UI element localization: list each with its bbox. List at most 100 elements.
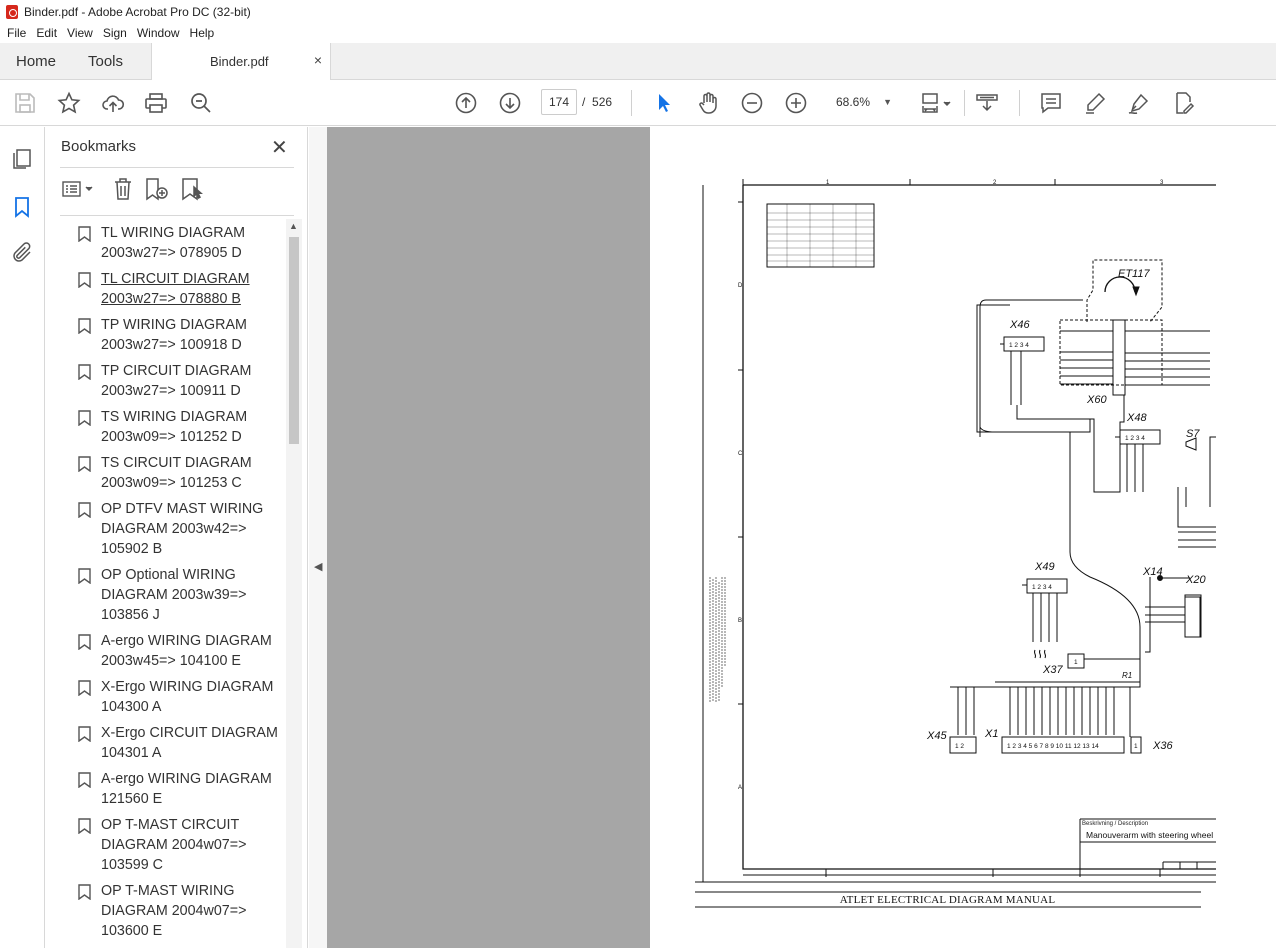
description-label: Beskrivning / Description bbox=[1082, 821, 1149, 827]
select-cursor-icon[interactable] bbox=[652, 91, 676, 115]
label-x46: X46 bbox=[1009, 319, 1030, 331]
bookmarks-panel-title: Bookmarks bbox=[61, 138, 137, 155]
zoom-level-select[interactable]: 68.6% ▼ bbox=[828, 89, 898, 115]
bookmark-label: TL CIRCUIT DIAGRAM 2003w27=> 078880 B bbox=[101, 271, 250, 307]
scroll-up-icon[interactable]: ▲ bbox=[289, 221, 298, 231]
chevron-down-icon: ▼ bbox=[883, 97, 892, 107]
toolbar-divider bbox=[1019, 90, 1020, 116]
bookmark-icon bbox=[78, 502, 91, 518]
bookmark-label: OP T-MAST WIRING DIAGRAM 2004w07=> 103600 … bbox=[101, 883, 247, 939]
svg-text:1 2 3 4: 1 2 3 4 bbox=[1032, 584, 1052, 591]
menu-file[interactable]: File bbox=[2, 26, 31, 40]
bookmark-item[interactable]: OP T-MAST WIRING DIAGRAM 2004w07=> 103600 … bbox=[60, 881, 285, 947]
bookmark-label: TP CIRCUIT DIAGRAM 2003w27=> 100911 D bbox=[101, 363, 252, 399]
bookmarks-scrollbar[interactable]: ▲ bbox=[286, 219, 302, 948]
star-icon[interactable] bbox=[57, 91, 81, 115]
label-x60: X60 bbox=[1086, 394, 1107, 406]
label-x20: X20 bbox=[1185, 574, 1206, 586]
label-et117: ET117 bbox=[1118, 268, 1150, 280]
manual-footer-title: ATLET ELECTRICAL DIAGRAM MANUAL bbox=[839, 894, 1056, 906]
acrobat-pdf-icon bbox=[6, 4, 18, 19]
bookmark-label: OP T-MAST CIRCUIT DIAGRAM 2004w07=> 103599… bbox=[101, 817, 247, 873]
page-total-count: 526 bbox=[592, 95, 613, 109]
bookmark-item[interactable]: TS CIRCUIT DIAGRAM 2003w09=> 101253 C bbox=[60, 453, 285, 499]
label-x49: X49 bbox=[1034, 561, 1055, 573]
close-icon[interactable]: ✕ bbox=[271, 135, 288, 160]
highlight-pen-icon[interactable] bbox=[1083, 91, 1107, 115]
bookmark-label: OP DTFV MAST WIRING DIAGRAM 2003w42=> 1059… bbox=[101, 501, 264, 557]
label-s7: S7 bbox=[1186, 428, 1200, 440]
tab-home[interactable]: Home bbox=[16, 53, 56, 70]
bookmark-from-selection-icon[interactable] bbox=[180, 177, 206, 201]
window-title: Binder.pdf - Adobe Acrobat Pro DC (32-bi… bbox=[24, 4, 251, 19]
menu-help[interactable]: Help bbox=[185, 26, 220, 40]
zoom-out-icon[interactable] bbox=[740, 91, 764, 115]
bookmark-label: A-ergo WIRING DIAGRAM 121560 E bbox=[101, 771, 272, 807]
bookmark-item[interactable]: X-Ergo WIRING DIAGRAM 104300 A bbox=[60, 677, 285, 723]
bookmark-item[interactable]: X-Ergo CIRCUIT DIAGRAM 104301 A bbox=[60, 723, 285, 769]
bookmark-label: TP WIRING DIAGRAM 2003w27=> 100918 D bbox=[101, 317, 247, 353]
bookmark-item[interactable]: OP T-MAST CIRCUIT DIAGRAM 2004w07=> 103599… bbox=[60, 815, 285, 881]
tab-close-icon[interactable]: × bbox=[314, 52, 322, 68]
bookmark-item[interactable]: TP CIRCUIT DIAGRAM 2003w27=> 100911 D bbox=[60, 361, 285, 407]
zoom-in-icon[interactable] bbox=[784, 91, 808, 115]
scrollbar-thumb[interactable] bbox=[289, 237, 299, 444]
bookmark-item[interactable]: OP Optional WIRING DIAGRAM 2003w39=> 10385… bbox=[60, 565, 285, 631]
bookmark-options-icon[interactable] bbox=[62, 179, 96, 199]
cloud-upload-icon[interactable] bbox=[101, 91, 125, 115]
bookmark-label: OP Optional WIRING DIAGRAM 2003w39=> 10385… bbox=[101, 567, 247, 623]
panel-splitter[interactable]: ◀ bbox=[309, 127, 327, 948]
tab-document[interactable]: Binder.pdf × bbox=[151, 43, 331, 80]
bookmark-item[interactable]: A-ergo WIRING DIAGRAM 121560 E bbox=[60, 769, 285, 815]
window-titlebar: Binder.pdf - Adobe Acrobat Pro DC (32-bi… bbox=[0, 0, 1276, 23]
pdf-page[interactable]: 123 DCBA ET117 X46 X60 X48 S7 X49 X14 X2… bbox=[650, 127, 1276, 948]
bookmark-icon bbox=[78, 272, 91, 288]
save-icon[interactable] bbox=[13, 91, 37, 115]
next-page-icon[interactable] bbox=[498, 91, 522, 115]
bookmarks-icon[interactable] bbox=[10, 195, 34, 219]
panel-divider bbox=[60, 167, 294, 168]
label-x37: X37 bbox=[1042, 664, 1063, 676]
new-bookmark-icon[interactable] bbox=[144, 177, 170, 201]
bookmark-item[interactable]: A-ergo WIRING DIAGRAM 2003w45=> 104100 E bbox=[60, 631, 285, 677]
bookmark-label: X-Ergo CIRCUIT DIAGRAM 104301 A bbox=[101, 725, 278, 761]
bookmark-item[interactable]: OP DTFV MAST WIRING DIAGRAM 2003w42=> 1059… bbox=[60, 499, 285, 565]
page-fit-icon[interactable] bbox=[920, 91, 954, 115]
bookmark-label: TS CIRCUIT DIAGRAM 2003w09=> 101253 C bbox=[101, 455, 252, 491]
menu-bar: File Edit View Sign Window Help bbox=[0, 23, 1276, 43]
attachments-paperclip-icon[interactable] bbox=[10, 241, 34, 265]
menu-edit[interactable]: Edit bbox=[31, 26, 62, 40]
svg-text:1 2 3 4 5 6 7 8 9 10 11 12 13: 1 2 3 4 5 6 7 8 9 10 11 12 13 14 bbox=[1007, 743, 1099, 750]
hand-tool-icon[interactable] bbox=[696, 91, 720, 115]
delete-bookmark-icon[interactable] bbox=[112, 177, 134, 201]
collapse-panel-icon[interactable]: ◀ bbox=[314, 560, 322, 573]
panel-divider bbox=[60, 215, 294, 216]
bookmark-item[interactable]: TL WIRING DIAGRAM 2003w27=> 078905 D bbox=[60, 223, 285, 269]
previous-page-icon[interactable] bbox=[454, 91, 478, 115]
bookmarks-panel: Bookmarks ✕ TL WIRING DIAGRAM 2003w27=> 0… bbox=[45, 127, 308, 948]
bookmark-icon bbox=[78, 364, 91, 380]
bookmark-icon bbox=[78, 818, 91, 834]
menu-sign[interactable]: Sign bbox=[98, 26, 132, 40]
bookmark-item-active[interactable]: TL CIRCUIT DIAGRAM 2003w27=> 078880 B bbox=[60, 269, 285, 315]
zoom-search-icon[interactable] bbox=[189, 91, 213, 115]
bookmark-item[interactable]: TS WIRING DIAGRAM 2003w09=> 101252 D bbox=[60, 407, 285, 453]
page-number-input[interactable]: 174 bbox=[541, 89, 577, 115]
edit-pdf-icon[interactable] bbox=[1171, 91, 1195, 115]
comment-icon[interactable] bbox=[1039, 91, 1063, 115]
menu-window[interactable]: Window bbox=[132, 26, 185, 40]
print-icon[interactable] bbox=[144, 91, 168, 115]
bookmark-icon bbox=[78, 634, 91, 650]
bookmarks-list: TL WIRING DIAGRAM 2003w27=> 078905 D TL C… bbox=[60, 223, 285, 948]
sign-pen-icon[interactable] bbox=[1127, 91, 1151, 115]
scroll-mode-icon[interactable] bbox=[975, 91, 999, 115]
tab-bar: Home Tools Binder.pdf × bbox=[0, 43, 1276, 80]
zoom-level-value: 68.6% bbox=[836, 95, 871, 109]
svg-text:1 2 3 4: 1 2 3 4 bbox=[1009, 342, 1029, 349]
page-thumbnails-icon[interactable] bbox=[10, 147, 34, 171]
bookmark-icon bbox=[78, 726, 91, 742]
tab-tools[interactable]: Tools bbox=[88, 53, 123, 70]
bookmark-item[interactable]: TP WIRING DIAGRAM 2003w27=> 100918 D bbox=[60, 315, 285, 361]
navigation-rail bbox=[0, 127, 45, 948]
menu-view[interactable]: View bbox=[62, 26, 98, 40]
